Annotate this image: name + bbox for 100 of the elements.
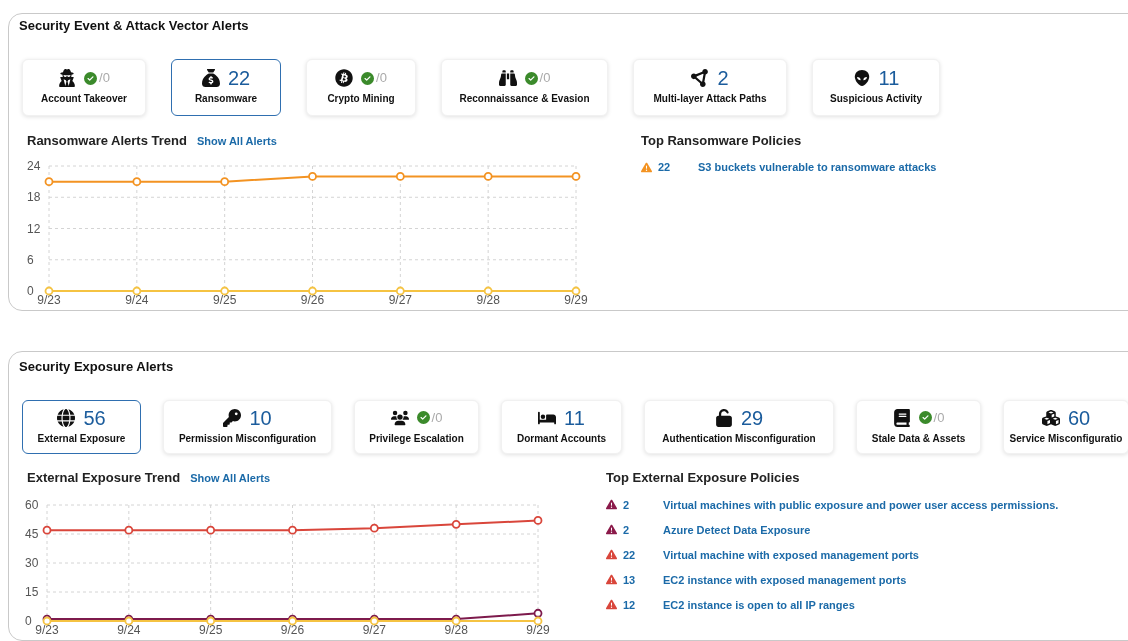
card-label: Dormant Accounts xyxy=(516,431,607,446)
axis-tick-label: 9/27 xyxy=(362,623,386,638)
binoculars-icon xyxy=(498,69,517,87)
policy-count: 22 xyxy=(658,160,672,176)
data-point xyxy=(220,286,230,296)
axis-tick-label: 9/23 xyxy=(35,623,59,638)
alert-category-card[interactable]: 11 Dormant Accounts xyxy=(501,399,622,454)
alert-category-card[interactable]: 22 Ransomware xyxy=(171,58,281,116)
alert-category-card[interactable]: /0 Reconnaissance & Evasion xyxy=(441,58,608,116)
data-point xyxy=(533,516,543,526)
card-label: Multi-layer Attack Paths xyxy=(653,92,767,106)
axis-tick-label: 12 xyxy=(27,221,41,236)
globe-icon xyxy=(57,408,76,427)
axis-tick-label: 15 xyxy=(25,585,39,600)
data-point xyxy=(533,616,543,626)
data-point xyxy=(42,526,52,535)
data-point xyxy=(308,172,317,181)
data-point xyxy=(220,177,230,187)
policy-link[interactable]: EC2 instance with exposed management ports xyxy=(663,571,907,589)
books-icon xyxy=(892,408,911,427)
alert-category-card[interactable]: 56 External Exposure xyxy=(22,399,141,454)
show-all-alerts-link[interactable]: Show All Alerts xyxy=(196,132,277,149)
axis-tick-label: 60 xyxy=(25,498,39,513)
nodes-icon xyxy=(691,69,710,87)
alert-count: 22 xyxy=(227,68,251,88)
axis-tick-label: 9/24 xyxy=(117,623,141,638)
show-all-alerts-link[interactable]: Show All Alerts xyxy=(190,469,271,487)
alert-count: /0 xyxy=(376,69,387,88)
data-point xyxy=(124,526,134,535)
data-point xyxy=(483,172,493,181)
data-point xyxy=(44,177,54,187)
alert-category-card[interactable]: 11 Suspicious Activity xyxy=(812,58,940,116)
money-bag-icon xyxy=(201,69,220,87)
axis-tick-label: 45 xyxy=(25,527,39,542)
alert-count: 56 xyxy=(83,407,106,428)
axis-tick-label: 18 xyxy=(27,190,41,205)
data-point xyxy=(451,520,461,530)
alert-count: /0 xyxy=(539,69,551,88)
data-point xyxy=(483,286,493,296)
alert-count: 11 xyxy=(878,68,900,88)
card-label: Ransomware xyxy=(194,92,258,106)
card-label: Authentication Misconfiguration xyxy=(662,431,816,446)
card-label: External Exposure xyxy=(37,431,126,446)
alert-category-card[interactable]: 2 Multi-layer Attack Paths xyxy=(633,58,787,116)
axis-tick-label: 9/26 xyxy=(280,623,305,638)
data-point xyxy=(571,286,581,296)
alert-category-card[interactable]: 29 Authentication Misconfiguration xyxy=(644,399,834,454)
policy-count: 2 xyxy=(623,497,631,513)
alert-count: 29 xyxy=(740,407,764,428)
alert-count: /0 xyxy=(933,409,945,428)
axis-tick-label: 9/28 xyxy=(444,623,468,638)
data-point xyxy=(308,286,317,296)
users-icon xyxy=(390,408,409,427)
alert-count: /0 xyxy=(99,69,110,88)
alert-count: 60 xyxy=(1067,407,1091,428)
check-icon xyxy=(361,71,375,85)
card-label: Crypto Mining xyxy=(327,91,395,106)
alert-category-card[interactable]: /0 Crypto Mining xyxy=(306,58,416,116)
unlock-icon xyxy=(714,408,733,427)
policy-link[interactable]: S3 buckets vulnerable to ransomware attacks xyxy=(698,159,937,176)
alert-count: 11 xyxy=(564,407,585,428)
panel-title: Security Event & Attack Vector Alerts xyxy=(19,17,250,35)
alert-count: /0 xyxy=(431,409,443,428)
policy-count: 22 xyxy=(623,547,637,563)
bitcoin-icon xyxy=(335,69,354,87)
policy-link[interactable]: Virtual machine with exposed management ports xyxy=(663,546,919,564)
agent-icon xyxy=(58,69,77,87)
alert-category-card[interactable]: /0 Account Takeover xyxy=(22,58,146,116)
axis-tick-label: 9/28 xyxy=(476,293,500,307)
axis-tick-label: 9/29 xyxy=(526,623,550,638)
policy-link[interactable]: Virtual machines with public exposure and power user access permissions. xyxy=(663,496,1059,514)
policy-count: 12 xyxy=(623,597,637,613)
data-point xyxy=(533,609,543,618)
alert-count: 10 xyxy=(249,407,272,428)
panel-title: Security Exposure Alerts xyxy=(19,358,175,377)
policy-link[interactable]: Azure Detect Data Exposure xyxy=(663,521,811,539)
alert-category-card[interactable]: 60 Service Misconfiguratio xyxy=(1003,399,1128,454)
axis-tick-label: 9/25 xyxy=(213,293,237,307)
policies-title: Top External Exposure Policies xyxy=(606,468,801,487)
axis-tick-label: 24 xyxy=(27,159,41,173)
alert-category-card[interactable]: 10 Permission Misconfiguration xyxy=(163,399,332,454)
axis-tick-label: 0 xyxy=(27,284,34,298)
check-icon xyxy=(84,71,98,85)
policies-title: Top Ransomware Policies xyxy=(641,131,803,150)
card-label: Account Takeover xyxy=(41,91,127,106)
alien-icon xyxy=(852,69,871,87)
alert-category-card[interactable]: /0 Privilege Escalation xyxy=(354,399,479,454)
data-point xyxy=(132,177,142,187)
card-label: Permission Misconfiguration xyxy=(178,431,317,446)
alert-category-card[interactable]: /0 Stale Data & Assets xyxy=(856,399,981,454)
card-label: Stale Data & Assets xyxy=(871,431,966,446)
card-label: Service Misconfiguratio xyxy=(1009,431,1123,446)
policy-count: 2 xyxy=(623,522,631,538)
data-point xyxy=(132,286,142,296)
card-label: Privilege Escalation xyxy=(369,431,464,446)
axis-tick-label: 9/25 xyxy=(199,623,223,638)
data-point xyxy=(571,172,581,181)
chart-title: External Exposure Trend xyxy=(27,468,181,487)
policy-link[interactable]: EC2 instance is open to all IP ranges xyxy=(663,596,855,614)
chart-title: Ransomware Alerts Trend xyxy=(27,131,187,150)
